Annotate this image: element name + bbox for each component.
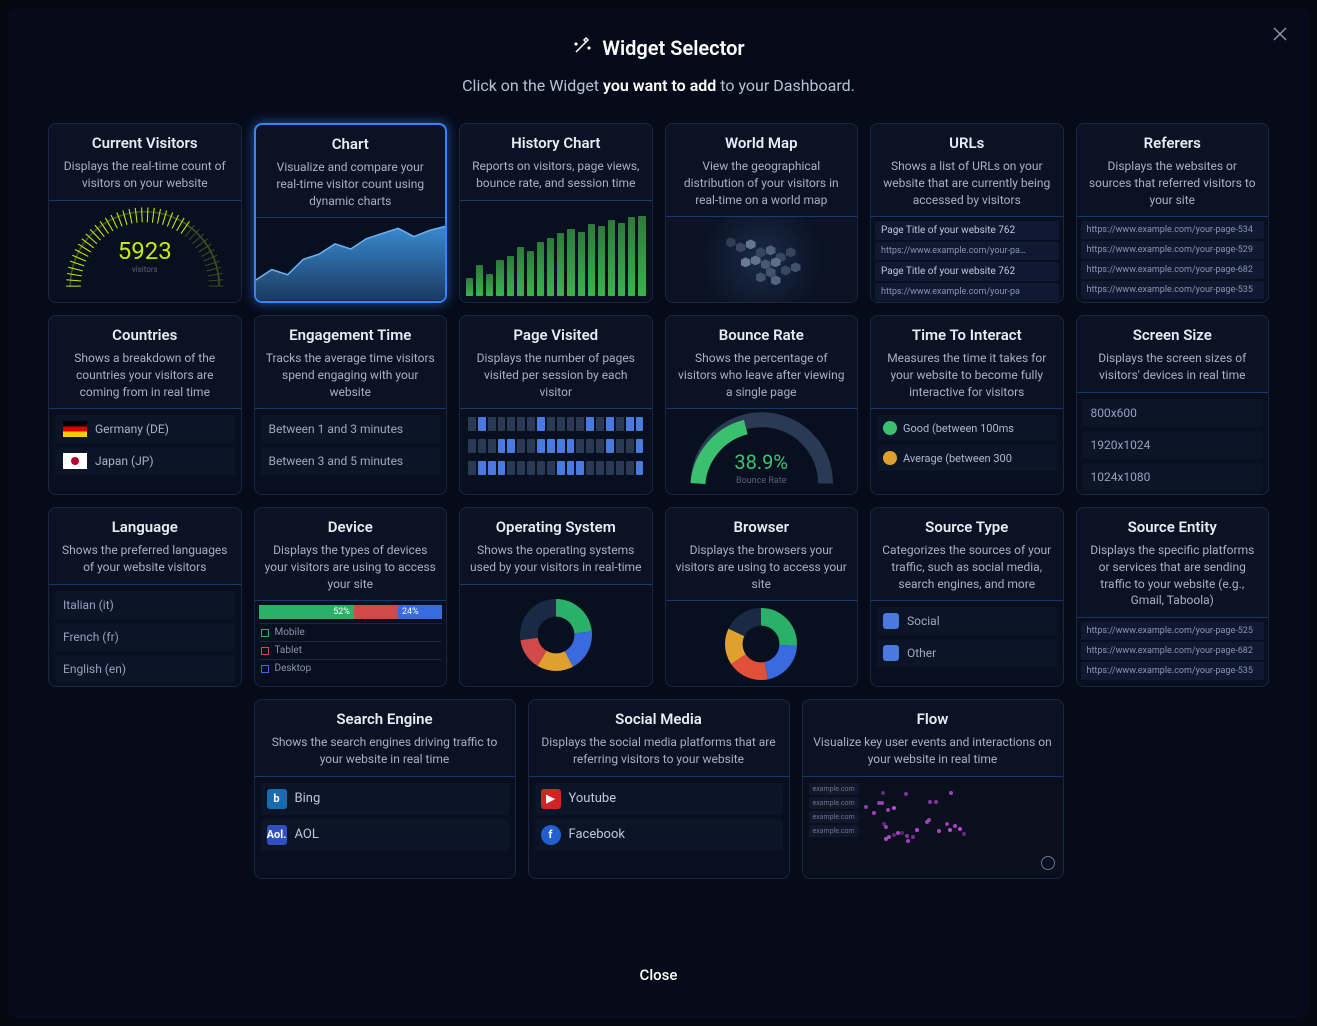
card-desc: Displays the screen sizes of visitors' d… bbox=[1077, 350, 1269, 392]
gauge-unit: visitors bbox=[132, 265, 158, 274]
card-desc: Displays the types of devices your visit… bbox=[255, 542, 447, 600]
widget-card-time-to-interact[interactable]: Time To Interact Measures the time it ta… bbox=[870, 315, 1064, 495]
card-desc: Displays the websites or sources that re… bbox=[1077, 158, 1269, 216]
card-desc: View the geographical distribution of yo… bbox=[666, 158, 858, 216]
bounce-preview: 38.9% Bounce Rate bbox=[666, 408, 858, 494]
world-map-preview bbox=[666, 216, 858, 302]
card-title: Engagement Time bbox=[255, 316, 447, 350]
card-title: Time To Interact bbox=[871, 316, 1063, 350]
card-desc: Shows the percentage of visitors who lea… bbox=[666, 350, 858, 408]
card-title: Source Type bbox=[871, 508, 1063, 542]
os-donut-preview bbox=[460, 584, 652, 686]
widget-card-countries[interactable]: Countries Shows a breakdown of the count… bbox=[48, 315, 242, 495]
card-title: Bounce Rate bbox=[666, 316, 858, 350]
urls-preview: Page Title of your website 762https://ww… bbox=[871, 216, 1063, 302]
page-visited-preview bbox=[460, 408, 652, 494]
card-title: Device bbox=[255, 508, 447, 542]
widget-card-chart[interactable]: Chart Visualize and compare your real-ti… bbox=[254, 123, 448, 303]
card-desc: Shows the search engines driving traffic… bbox=[255, 734, 515, 776]
close-button[interactable]: Close bbox=[48, 956, 1269, 994]
card-desc: Visualize and compare your real-time vis… bbox=[256, 159, 446, 217]
browser-donut-preview bbox=[666, 600, 858, 686]
widget-card-history-chart[interactable]: History Chart Reports on visitors, page … bbox=[459, 123, 653, 303]
screen-size-preview: 800x6001920x10241024x1080 bbox=[1077, 392, 1269, 494]
card-desc: Displays the social media platforms that… bbox=[529, 734, 789, 776]
referers-preview: https://www.example.com/your-page-534htt… bbox=[1077, 216, 1269, 302]
widget-card-world-map[interactable]: World Map View the geographical distribu… bbox=[665, 123, 859, 303]
card-title: URLs bbox=[871, 124, 1063, 158]
modal-subtitle: Click on the Widget you want to add to y… bbox=[48, 76, 1269, 95]
card-title: Browser bbox=[666, 508, 858, 542]
widget-card-social-media[interactable]: Social Media Displays the social media p… bbox=[528, 699, 790, 879]
card-desc: Displays the browsers your visitors are … bbox=[666, 542, 858, 600]
card-desc: Shows the operating systems used by your… bbox=[460, 542, 652, 584]
card-title: Flow bbox=[803, 700, 1063, 734]
language-preview: Italian (it)French (fr)English (en) bbox=[49, 584, 241, 686]
area-chart-preview bbox=[256, 217, 446, 301]
widget-card-device[interactable]: Device Displays the types of devices you… bbox=[254, 507, 448, 687]
widget-card-flow[interactable]: Flow Visualize key user events and inter… bbox=[802, 699, 1064, 879]
source-entity-preview: https://www.example.com/your-page-525htt… bbox=[1077, 617, 1269, 686]
card-desc: Shows a list of URLs on your website tha… bbox=[871, 158, 1063, 216]
card-title: Screen Size bbox=[1077, 316, 1269, 350]
card-desc: Shows a breakdown of the countries your … bbox=[49, 350, 241, 408]
card-title: Current Visitors bbox=[49, 124, 241, 158]
widget-card-screen-size[interactable]: Screen Size Displays the screen sizes of… bbox=[1076, 315, 1270, 495]
source-type-preview: SocialOther bbox=[871, 600, 1063, 686]
card-desc: Measures the time it takes for your webs… bbox=[871, 350, 1063, 408]
card-desc: Displays the real-time count of visitors… bbox=[49, 158, 241, 200]
engagement-preview: Between 1 and 3 minutesBetween 3 and 5 m… bbox=[255, 408, 447, 494]
tti-preview: Good (between 100msAverage (between 300 bbox=[871, 408, 1063, 494]
card-desc: Categorizes the sources of your traffic,… bbox=[871, 542, 1063, 600]
magic-wand-icon bbox=[572, 36, 592, 60]
gauge-preview: 5923 visitors bbox=[49, 200, 241, 302]
countries-preview: Germany (DE)Japan (JP) bbox=[49, 408, 241, 494]
card-title: Countries bbox=[49, 316, 241, 350]
widget-card-source-type[interactable]: Source Type Categorizes the sources of y… bbox=[870, 507, 1064, 687]
widget-card-language[interactable]: Language Shows the preferred languages o… bbox=[48, 507, 242, 687]
card-title: Language bbox=[49, 508, 241, 542]
bounce-pct: 38.9% bbox=[734, 450, 788, 474]
widget-card-referers[interactable]: Referers Displays the websites or source… bbox=[1076, 123, 1270, 303]
widget-card-operating-system[interactable]: Operating System Shows the operating sys… bbox=[459, 507, 653, 687]
card-title: World Map bbox=[666, 124, 858, 158]
social-media-preview: ▶YoutubefFacebook bbox=[529, 776, 789, 878]
card-title: Source Entity bbox=[1077, 508, 1269, 542]
card-desc: Reports on visitors, page views, bounce … bbox=[460, 158, 652, 200]
card-title: Social Media bbox=[529, 700, 789, 734]
widget-card-bounce-rate[interactable]: Bounce Rate Shows the percentage of visi… bbox=[665, 315, 859, 495]
widget-card-browser[interactable]: Browser Displays the browsers your visit… bbox=[665, 507, 859, 687]
search-engine-preview: bBingAol.AOL bbox=[255, 776, 515, 878]
flow-preview: example.comexample.comexample.comexample… bbox=[803, 776, 1063, 878]
widget-selector-modal: Widget Selector Click on the Widget you … bbox=[8, 8, 1309, 1018]
card-desc: Visualize key user events and interactio… bbox=[803, 734, 1063, 776]
widget-card-search-engine[interactable]: Search Engine Shows the search engines d… bbox=[254, 699, 516, 879]
gauge-value: 5923 bbox=[118, 237, 172, 265]
card-title: History Chart bbox=[460, 124, 652, 158]
widget-card-engagement-time[interactable]: Engagement Time Tracks the average time … bbox=[254, 315, 448, 495]
widget-card-source-entity[interactable]: Source Entity Displays the specific plat… bbox=[1076, 507, 1270, 687]
widget-card-page-visited[interactable]: Page Visited Displays the number of page… bbox=[459, 315, 653, 495]
history-bars-preview bbox=[460, 200, 652, 302]
card-title: Page Visited bbox=[460, 316, 652, 350]
card-title: Referers bbox=[1077, 124, 1269, 158]
card-title: Chart bbox=[256, 125, 446, 159]
modal-title: Widget Selector bbox=[602, 36, 744, 60]
widget-card-urls[interactable]: URLs Shows a list of URLs on your websit… bbox=[870, 123, 1064, 303]
card-desc: Displays the number of pages visited per… bbox=[460, 350, 652, 408]
widget-card-current-visitors[interactable]: Current Visitors Displays the real-time … bbox=[48, 123, 242, 303]
bounce-label: Bounce Rate bbox=[736, 476, 787, 486]
card-desc: Shows the preferred languages of your we… bbox=[49, 542, 241, 584]
card-title: Search Engine bbox=[255, 700, 515, 734]
card-title: Operating System bbox=[460, 508, 652, 542]
device-preview: 52% 24% MobileTabletDesktop bbox=[255, 600, 447, 686]
close-icon[interactable] bbox=[1273, 26, 1287, 45]
card-desc: Displays the specific platforms or servi… bbox=[1077, 542, 1269, 617]
card-desc: Tracks the average time visitors spend e… bbox=[255, 350, 447, 408]
